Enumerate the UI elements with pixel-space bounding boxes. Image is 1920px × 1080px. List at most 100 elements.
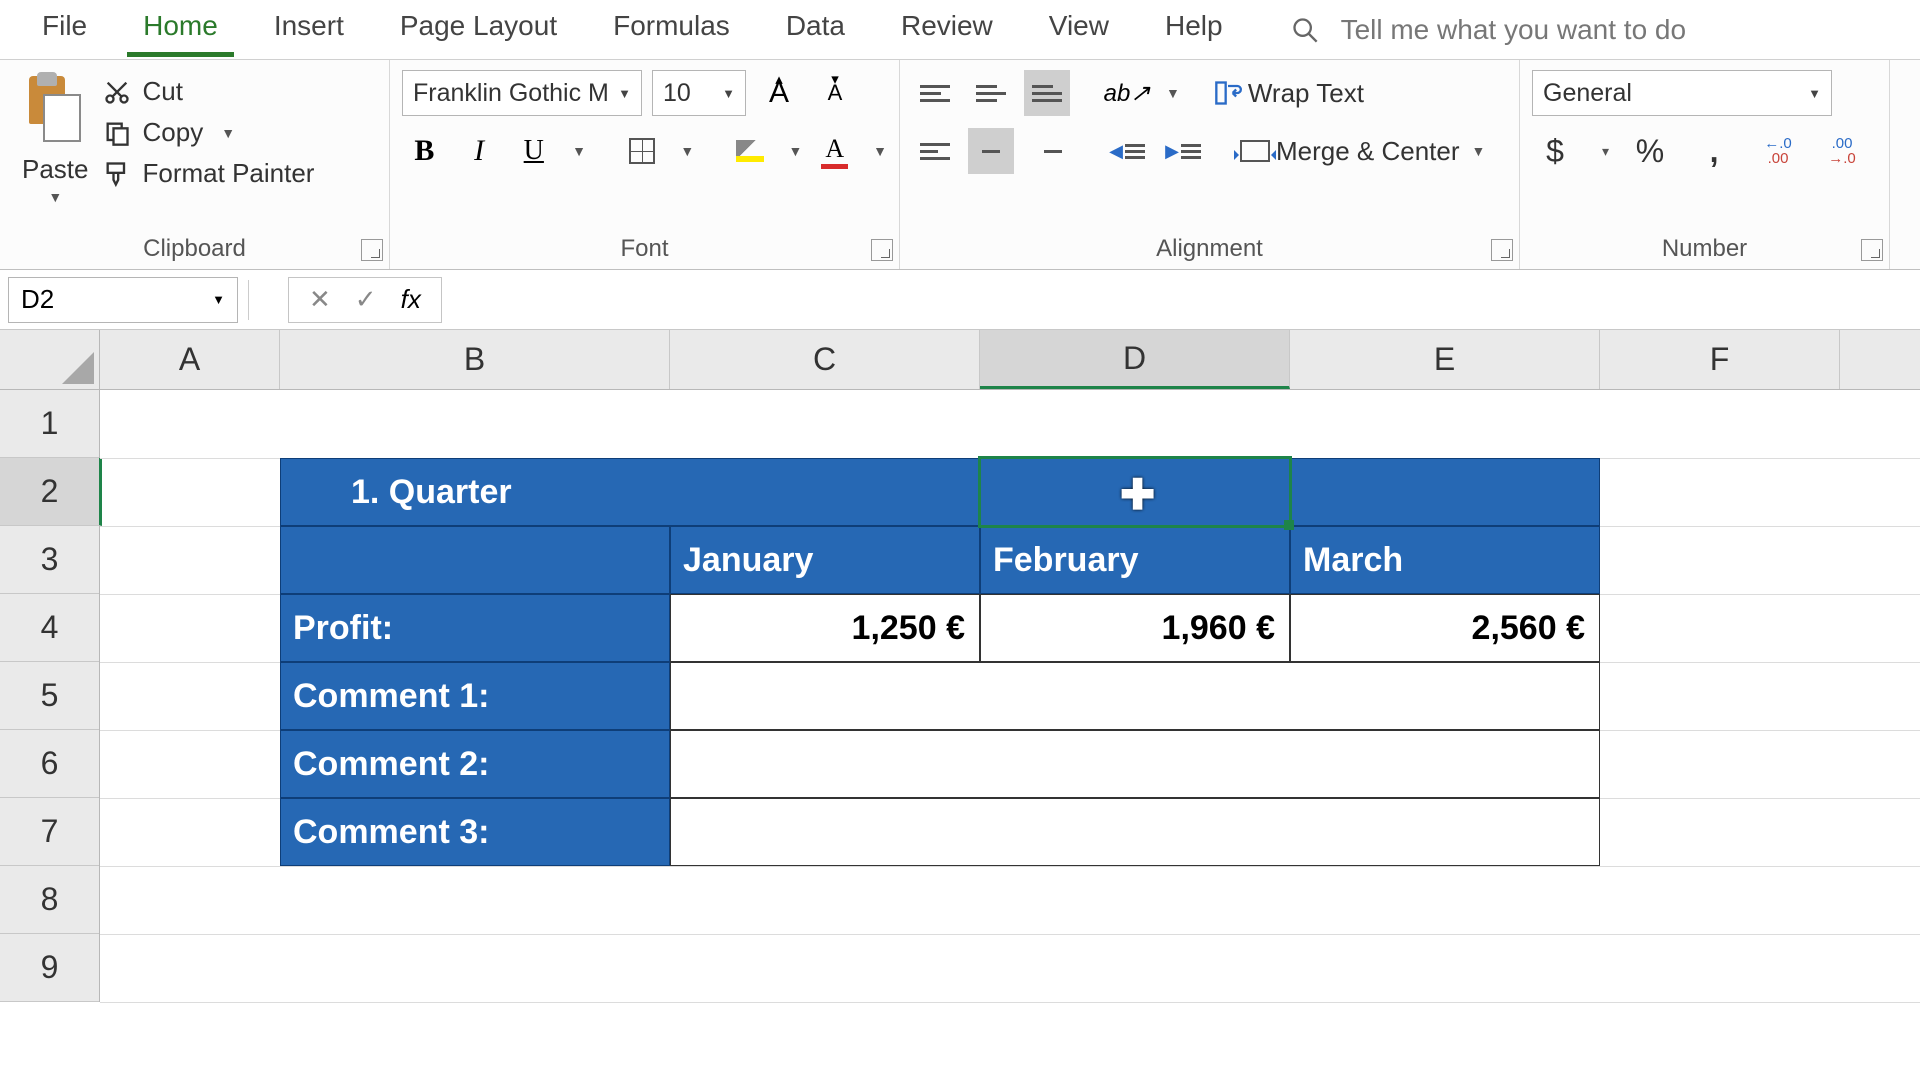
cell-e3-march[interactable]: March (1290, 526, 1600, 594)
cancel-formula-button[interactable]: ✕ (309, 284, 331, 315)
menu-view[interactable]: View (1021, 4, 1137, 56)
name-box[interactable]: D2 ▼ (8, 277, 238, 323)
align-center-icon (976, 143, 1006, 160)
accounting-format-button[interactable]: $ (1532, 128, 1578, 174)
font-size-combo[interactable]: 10 ▼ (652, 70, 746, 116)
percent-format-button[interactable]: % (1627, 128, 1673, 174)
paste-dropdown-icon[interactable]: ▼ (48, 189, 62, 205)
decrease-decimal-icon: .00→.0 (1828, 136, 1856, 166)
enter-formula-button[interactable]: ✓ (355, 284, 377, 315)
number-format-combo[interactable]: General ▼ (1532, 70, 1832, 116)
row-header-4[interactable]: 4 (0, 594, 99, 662)
menu-page-layout[interactable]: Page Layout (372, 4, 585, 56)
menu-review[interactable]: Review (873, 4, 1021, 56)
bold-button[interactable]: B (402, 128, 447, 174)
col-header-c[interactable]: C (670, 330, 980, 389)
row-header-2[interactable]: 2 (0, 458, 102, 526)
menu-insert[interactable]: Insert (246, 4, 372, 56)
menu-home[interactable]: Home (115, 4, 246, 56)
clipboard-launcher[interactable] (361, 239, 383, 261)
cell-e4[interactable]: 2,560 € (1290, 594, 1600, 662)
align-top-button[interactable] (912, 70, 958, 116)
cell-b2-title[interactable]: 1. Quarter (280, 458, 1600, 526)
row-header-9[interactable]: 9 (0, 934, 99, 1002)
borders-button[interactable] (620, 128, 665, 174)
comma-icon: , (1710, 133, 1719, 170)
align-right-button[interactable] (1024, 128, 1070, 174)
increase-font-button[interactable]: A▴ (756, 70, 802, 116)
cell-c5-e5[interactable] (670, 662, 1600, 730)
increase-decimal-icon: ←.0.00 (1764, 136, 1792, 166)
font-color-button[interactable]: A (812, 128, 857, 174)
comma-format-button[interactable]: , (1691, 128, 1737, 174)
alignment-launcher[interactable] (1491, 239, 1513, 261)
fill-icon (736, 140, 764, 162)
underline-dropdown-icon[interactable]: ▼ (572, 143, 586, 159)
cell-b3[interactable] (280, 526, 670, 594)
select-all-corner[interactable] (0, 330, 100, 390)
merge-dropdown-icon[interactable]: ▼ (1472, 143, 1486, 159)
menu-file[interactable]: File (14, 4, 115, 56)
col-header-a[interactable]: A (100, 330, 280, 389)
font-name-combo[interactable]: Franklin Gothic M ▼ (402, 70, 642, 116)
decrease-decimal-button[interactable]: .00→.0 (1819, 128, 1865, 174)
cell-b4-profit[interactable]: Profit: (280, 594, 670, 662)
merge-center-button[interactable]: Merge & Center ▼ (1240, 136, 1485, 167)
cell-b7-comment3[interactable]: Comment 3: (280, 798, 670, 866)
copy-dropdown-icon[interactable]: ▼ (221, 125, 235, 141)
menu-help[interactable]: Help (1137, 4, 1251, 56)
orientation-button[interactable]: ab↗ (1104, 70, 1150, 116)
borders-dropdown-icon[interactable]: ▼ (680, 143, 694, 159)
tell-me-search[interactable]: Tell me what you want to do (1251, 14, 1687, 46)
menu-formulas[interactable]: Formulas (585, 4, 758, 56)
fontcolor-dropdown-icon[interactable]: ▼ (873, 143, 887, 159)
decrease-font-button[interactable]: A▾ (812, 70, 858, 116)
align-middle-button[interactable] (968, 70, 1014, 116)
increase-decimal-button[interactable]: ←.0.00 (1755, 128, 1801, 174)
cell-c6-e6[interactable] (670, 730, 1600, 798)
wrap-text-label: Wrap Text (1248, 78, 1364, 109)
cell-c7-e7[interactable] (670, 798, 1600, 866)
decrease-indent-button[interactable]: ◀ (1104, 128, 1150, 174)
number-launcher[interactable] (1861, 239, 1883, 261)
col-header-f[interactable]: F (1600, 330, 1840, 389)
group-font-label: Font (390, 235, 899, 263)
align-left-icon (920, 143, 950, 160)
copy-button[interactable]: Copy ▼ (103, 117, 315, 148)
menu-data[interactable]: Data (758, 4, 873, 56)
cell-d3-february[interactable]: February (980, 526, 1290, 594)
col-header-b[interactable]: B (280, 330, 670, 389)
fx-icon[interactable]: fx (401, 284, 421, 315)
italic-button[interactable]: I (457, 128, 502, 174)
row-header-3[interactable]: 3 (0, 526, 99, 594)
cell-b5-comment1[interactable]: Comment 1: (280, 662, 670, 730)
cell-d4[interactable]: 1,960 € (980, 594, 1290, 662)
accounting-dropdown-icon[interactable]: ▾ (1602, 143, 1609, 160)
group-alignment: ab↗ ▼ Wrap Text ◀ ▶ Merge & Center ▼ Ali… (900, 60, 1520, 269)
row-header-7[interactable]: 7 (0, 798, 99, 866)
align-left-button[interactable] (912, 128, 958, 174)
format-painter-button[interactable]: Format Painter (103, 158, 315, 189)
row-header-6[interactable]: 6 (0, 730, 99, 798)
orientation-dropdown-icon[interactable]: ▼ (1166, 85, 1180, 101)
col-header-e[interactable]: E (1290, 330, 1600, 389)
align-center-button[interactable] (968, 128, 1014, 174)
paste-button[interactable]: Paste ▼ (12, 70, 99, 235)
cell-c3-january[interactable]: January (670, 526, 980, 594)
row-header-8[interactable]: 8 (0, 866, 99, 934)
cell-b6-comment2[interactable]: Comment 2: (280, 730, 670, 798)
row-header-5[interactable]: 5 (0, 662, 99, 730)
fill-color-button[interactable] (728, 128, 773, 174)
col-header-d[interactable]: D (980, 330, 1290, 389)
wrap-text-button[interactable]: Wrap Text (1214, 78, 1364, 109)
fill-dropdown-icon[interactable]: ▼ (789, 143, 803, 159)
cell-c4[interactable]: 1,250 € (670, 594, 980, 662)
font-launcher[interactable] (871, 239, 893, 261)
formula-bar: D2 ▼ ✕ ✓ fx (0, 270, 1920, 330)
align-bottom-button[interactable] (1024, 70, 1070, 116)
cut-button[interactable]: Cut (103, 76, 315, 107)
underline-button[interactable]: U (511, 128, 556, 174)
formula-input[interactable] (452, 277, 1912, 323)
row-header-1[interactable]: 1 (0, 390, 99, 458)
increase-indent-button[interactable]: ▶ (1160, 128, 1206, 174)
